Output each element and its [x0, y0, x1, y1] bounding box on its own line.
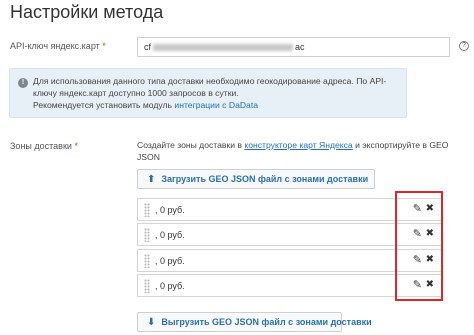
download-geojson-button[interactable]: ⬇ Выгрузить GEO JSON файл с зонами доста…	[137, 312, 372, 332]
close-icon[interactable]: ✖	[426, 203, 434, 214]
info-text: Для использования данного типа доставки …	[33, 75, 401, 111]
api-key-label-text: API-ключ яндекс.карт	[10, 41, 100, 51]
zone-row-text: , 0 руб.	[155, 205, 185, 215]
drag-handle-icon[interactable]	[144, 279, 150, 293]
zone-row: , 0 руб. ✎ ✖	[137, 274, 443, 297]
close-icon[interactable]: ✖	[426, 254, 434, 265]
info-reco-text: Рекомендуется установить модуль	[33, 100, 175, 110]
help-icon[interactable]: ?	[459, 41, 469, 51]
redacted-key	[153, 44, 294, 52]
zone-row-text: , 0 руб.	[155, 230, 185, 240]
required-mark: *	[102, 41, 106, 51]
zones-desc-before: Создайте зоны доставки в	[137, 140, 245, 150]
yandex-constructor-link[interactable]: конструкторе карт Яндекса	[244, 140, 352, 150]
api-key-input[interactable]: cf ac	[137, 37, 450, 57]
drag-handle-icon[interactable]	[144, 203, 150, 217]
zone-row: , 0 руб. ✎ ✖	[137, 223, 443, 246]
api-key-label: API-ключ яндекс.карт *	[10, 41, 106, 51]
zone-row: , 0 руб. ✎ ✖	[137, 249, 443, 272]
upload-icon: ⬆	[147, 173, 156, 185]
pencil-icon[interactable]: ✎	[413, 202, 422, 215]
page-title: Настройки метода	[10, 2, 164, 22]
drag-handle-icon[interactable]	[144, 254, 150, 268]
info-alert: ! Для использования данного типа доставк…	[9, 68, 407, 118]
info-main-text: Для использования данного типа доставки …	[33, 76, 387, 98]
pencil-icon[interactable]: ✎	[413, 253, 422, 266]
upload-geojson-button[interactable]: ⬆ Загрузить GEO JSON файл с зонами доста…	[137, 169, 375, 189]
upload-geojson-label: Загрузить GEO JSON файл с зонами доставк…	[161, 174, 369, 184]
dadata-link[interactable]: интеграции с DaData	[174, 100, 258, 110]
zone-row-text: , 0 руб.	[155, 281, 185, 291]
zones-label: Зоны доставки *	[10, 141, 78, 151]
api-key-value-suffix: ac	[295, 42, 305, 52]
download-geojson-label: Выгрузить GEO JSON файл с зонами доставк…	[161, 317, 372, 327]
pencil-icon[interactable]: ✎	[413, 278, 422, 291]
zone-row: , 0 руб. ✎ ✖	[137, 198, 443, 221]
zones-description: Создайте зоны доставки в конструкторе ка…	[137, 139, 462, 163]
info-icon: !	[18, 78, 28, 88]
api-key-value-prefix: cf	[144, 42, 152, 52]
drag-handle-icon[interactable]	[144, 228, 150, 242]
zones-label-text: Зоны доставки	[10, 141, 72, 151]
zone-row-text: , 0 руб.	[155, 256, 185, 266]
download-icon: ⬇	[147, 316, 156, 328]
close-icon[interactable]: ✖	[426, 279, 434, 290]
close-icon[interactable]: ✖	[426, 228, 434, 239]
required-mark: *	[74, 141, 78, 151]
pencil-icon[interactable]: ✎	[413, 227, 422, 240]
